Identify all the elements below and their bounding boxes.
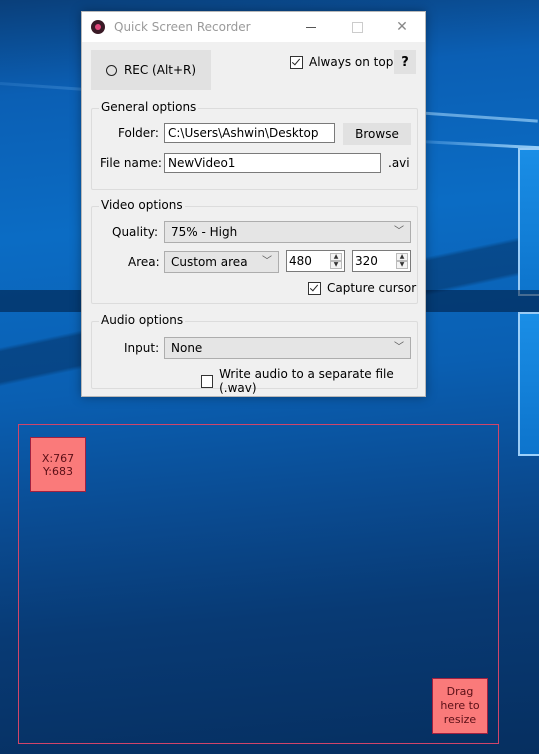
close-icon: ✕	[396, 19, 408, 35]
chevron-down-icon: ﹀	[262, 256, 272, 267]
extension-label: .avi	[388, 156, 410, 170]
filename-input[interactable]: NewVideo1	[164, 153, 381, 173]
general-options-group: General options Folder: C:\Users\Ashwin\…	[91, 100, 418, 190]
resize-label-line3: resize	[443, 713, 477, 726]
spin-up-icon[interactable]: ▲	[396, 253, 408, 261]
coords-y: Y:683	[43, 464, 73, 478]
spin-down-icon[interactable]: ▼	[396, 261, 408, 269]
title-bar[interactable]: Quick Screen Recorder ✕	[82, 12, 425, 42]
checkbox-checked-icon[interactable]	[308, 281, 321, 295]
app-record-icon	[91, 20, 105, 34]
capture-cursor-label: Capture cursor	[327, 281, 417, 295]
maximize-icon	[351, 21, 363, 33]
quality-value: 75% - High	[171, 225, 238, 239]
width-spin-arrows[interactable]: ▲ ▼	[330, 253, 342, 269]
height-value: 320	[355, 254, 378, 268]
wallpaper-pane	[518, 148, 539, 296]
folder-label: Folder:	[118, 126, 159, 140]
audio-input-value: None	[171, 341, 203, 355]
resize-label-line1: Drag	[446, 685, 474, 698]
filename-label: File name:	[100, 156, 162, 170]
always-on-top-label: Always on top	[309, 55, 394, 69]
browse-button[interactable]: Browse	[343, 123, 411, 145]
recorder-window: Quick Screen Recorder ✕ REC (Alt+R) Alwa…	[81, 11, 426, 397]
checkbox-checked-icon[interactable]	[290, 55, 303, 69]
resize-label-line2: here to	[440, 699, 480, 712]
height-spinbox[interactable]: 320 ▲ ▼	[352, 250, 411, 272]
width-spinbox[interactable]: 480 ▲ ▼	[286, 250, 345, 272]
wallpaper-pane	[518, 312, 539, 456]
quality-dropdown[interactable]: 75% - High ﹀	[164, 221, 411, 243]
resize-handle[interactable]: Drag here to resize	[432, 678, 488, 734]
folder-input[interactable]: C:\Users\Ashwin\Desktop	[164, 123, 335, 143]
spin-up-icon[interactable]: ▲	[330, 253, 342, 261]
spin-down-icon[interactable]: ▼	[330, 261, 342, 269]
quality-label: Quality:	[112, 225, 159, 239]
checkbox-unchecked-icon[interactable]	[201, 374, 214, 388]
video-options-title: Video options	[99, 198, 185, 212]
input-label: Input:	[124, 341, 160, 355]
coordinates-badge: X:767 Y:683	[30, 437, 86, 492]
rec-button[interactable]: REC (Alt+R)	[91, 50, 211, 90]
coords-x: X:767	[41, 451, 75, 465]
separate-audio-label: Write audio to a separate file (.wav)	[219, 367, 394, 395]
chevron-down-icon: ﹀	[394, 342, 404, 353]
help-button[interactable]: ?	[394, 50, 416, 74]
height-spin-arrows[interactable]: ▲ ▼	[396, 253, 408, 269]
maximize-button[interactable]	[334, 12, 380, 42]
general-options-title: General options	[99, 100, 199, 114]
minimize-button[interactable]	[288, 12, 334, 42]
area-dropdown[interactable]: Custom area ﹀	[164, 251, 279, 273]
always-on-top-checkbox[interactable]: Always on top	[290, 55, 393, 69]
record-circle-icon	[105, 64, 117, 76]
area-label: Area:	[128, 255, 160, 269]
capture-cursor-checkbox[interactable]: Capture cursor	[308, 281, 416, 295]
width-value: 480	[289, 254, 312, 268]
capture-area-frame[interactable]	[18, 424, 499, 744]
window-title: Quick Screen Recorder	[114, 20, 251, 34]
chevron-down-icon: ﹀	[394, 226, 404, 237]
help-icon: ?	[401, 54, 409, 70]
rec-button-label: REC (Alt+R)	[123, 63, 197, 77]
audio-options-title: Audio options	[99, 313, 186, 327]
separate-audio-checkbox[interactable]: Write audio to a separate file (.wav)	[201, 367, 417, 395]
audio-input-dropdown[interactable]: None ﹀	[164, 337, 411, 359]
minimize-icon	[306, 26, 316, 28]
audio-options-group: Audio options Input: None ﹀ Write audio …	[91, 313, 418, 395]
close-button[interactable]: ✕	[379, 12, 425, 42]
area-value: Custom area	[171, 255, 248, 269]
video-options-group: Video options Quality: 75% - High ﹀ Area…	[91, 198, 418, 304]
